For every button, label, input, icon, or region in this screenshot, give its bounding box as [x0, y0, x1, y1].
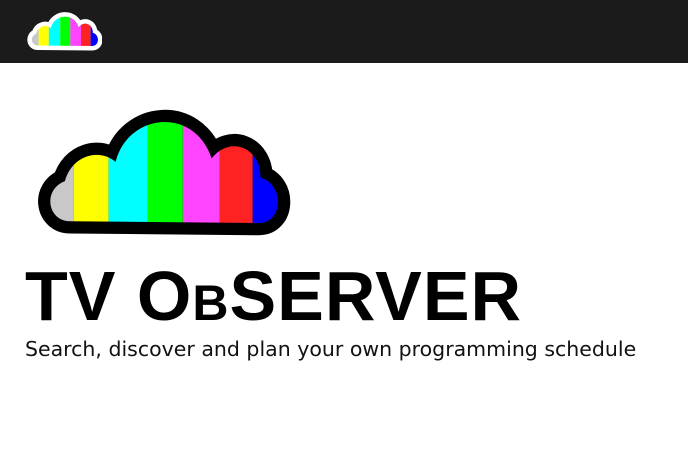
- home-logo-icon[interactable]: [26, 6, 102, 54]
- brand-title: TV OBSERVER: [25, 258, 522, 341]
- tagline: Search, discover and plan your own progr…: [25, 337, 637, 361]
- top-navigation-bar: [0, 0, 688, 63]
- brand-title-part-1: TV O: [25, 257, 193, 335]
- brand-title-part-3: SERVER: [229, 257, 523, 335]
- cloud-color-bars-logo-icon: [38, 109, 291, 236]
- brand-title-part-2: B: [192, 275, 230, 331]
